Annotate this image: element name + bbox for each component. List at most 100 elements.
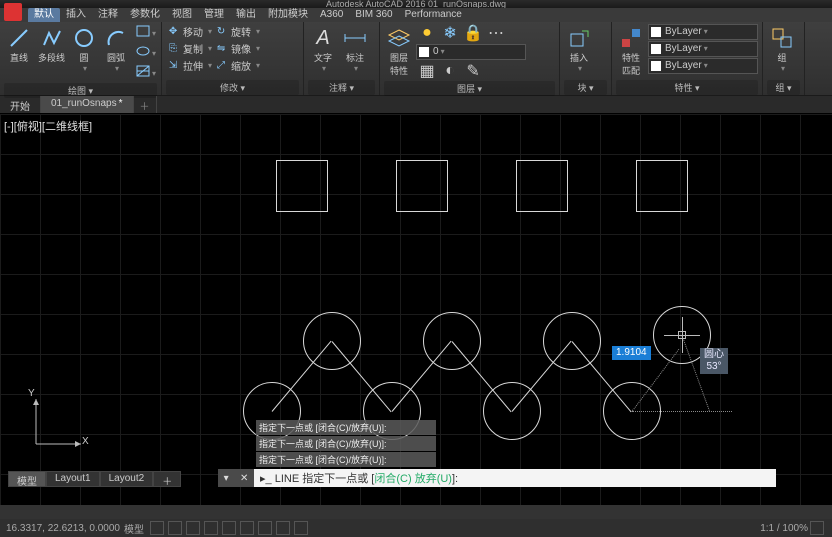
cmd-ellipse[interactable] <box>135 44 157 62</box>
polyline-icon <box>39 25 65 51</box>
status-grid-icon[interactable] <box>150 521 164 535</box>
status-model[interactable]: 模型 <box>124 521 144 536</box>
drawing-canvas[interactable]: [-][俯视][二维线框] 1.9104 圆心 53° X Y 指定下一点或 [… <box>0 114 832 505</box>
cmd-scale[interactable]: ⤢缩放 <box>214 58 260 73</box>
group-icon <box>769 25 795 51</box>
cmd-polyline[interactable]: 多段线 <box>36 24 67 65</box>
cmdline-toggle-icon[interactable]: ▾ <box>224 473 229 484</box>
layer-combo[interactable]: 0 <box>416 44 526 60</box>
viewport-label[interactable]: [-][俯视][二维线框] <box>4 118 92 134</box>
angle-label: 53° <box>704 361 724 373</box>
menu-tab-a360[interactable]: A360 <box>314 8 349 22</box>
copy-icon: ⎘ <box>166 42 180 56</box>
cmd-copy[interactable]: ⎘复制 <box>166 41 212 56</box>
tab-layout1[interactable]: Layout1 <box>46 471 100 487</box>
distance-input[interactable]: 1.9104 <box>612 346 651 360</box>
lineweight-combo[interactable]: ByLayer <box>648 41 758 57</box>
tab-add-layout[interactable]: ＋ <box>153 471 181 487</box>
doc-tab-new[interactable]: ＋ <box>134 96 157 113</box>
linetype-combo[interactable]: ByLayer <box>648 58 758 74</box>
panel-modify-label[interactable]: 修改 ▾ <box>166 80 299 95</box>
cmd-move[interactable]: ✥移动 <box>166 24 212 39</box>
panel-group-label[interactable]: 组 ▾ <box>767 80 800 95</box>
doc-tab-start[interactable]: 开始 <box>0 96 41 113</box>
panel-annotate-label[interactable]: 注释 ▾ <box>308 80 375 95</box>
cmd-option[interactable]: 放弃(U) <box>415 473 452 485</box>
doc-tab-file[interactable]: 01_runOsnaps* <box>41 96 134 113</box>
menu-tab-manage[interactable]: 管理 <box>198 8 230 22</box>
cmd-stretch-label: 拉伸 <box>183 58 203 73</box>
status-gear-icon[interactable] <box>810 521 824 535</box>
menu-tab-parametric[interactable]: 参数化 <box>124 8 166 22</box>
cmd-text-label: 文字 <box>314 51 332 64</box>
axis-y-label: Y <box>28 388 35 399</box>
layer-lock-icon[interactable]: 🔒 <box>462 24 484 42</box>
menu-tab-addins[interactable]: 附加模块 <box>262 8 314 22</box>
cmd-match-props[interactable]: 特性 匹配 <box>616 24 646 78</box>
cmd-line-label: 直线 <box>10 51 28 64</box>
cmd-group[interactable]: 组 <box>767 24 797 74</box>
mirror-icon: ⇋ <box>214 42 228 56</box>
rect-object[interactable] <box>636 160 688 212</box>
cmd-dim[interactable]: 标注 <box>340 24 370 74</box>
command-line[interactable]: ▾✕ ▸_ LINE 指定下一点或 [闭合(C) 放弃(U)]: <box>218 469 776 487</box>
cmd-arc[interactable]: 圆弧 <box>101 24 131 74</box>
menu-tab-performance[interactable]: Performance <box>399 8 468 22</box>
command-text: ▸_ LINE 指定下一点或 [闭合(C) 放弃(U)]: <box>254 470 776 486</box>
layer-match-icon[interactable]: ✎ <box>462 62 484 80</box>
color-combo[interactable]: ByLayer <box>648 24 758 40</box>
cmd-mirror[interactable]: ⇋镜像 <box>214 41 260 56</box>
cmd-option[interactable]: 闭合(C) <box>374 473 411 485</box>
layer-off-icon[interactable]: ◐ <box>439 62 461 80</box>
menu-tab-insert[interactable]: 插入 <box>60 8 92 22</box>
pickbox <box>678 331 686 339</box>
layer-freeze-icon[interactable]: ❄ <box>439 24 461 42</box>
cmd-line[interactable]: 直线 <box>4 24 34 65</box>
cmd-rotate[interactable]: ↻旋转 <box>214 24 260 39</box>
document-tabs: 开始 01_runOsnaps* ＋ <box>0 96 832 114</box>
menu-tab-output[interactable]: 输出 <box>230 8 262 22</box>
rect-object[interactable] <box>396 160 448 212</box>
cmd-circle[interactable]: 圆 <box>69 24 99 74</box>
rect-object[interactable] <box>516 160 568 212</box>
hatch-icon <box>136 64 150 82</box>
cmd-group-label: 组 <box>778 51 787 64</box>
panel-block-label[interactable]: 块 ▾ <box>564 80 607 95</box>
cmd-rectangle[interactable] <box>135 24 157 42</box>
cmdline-controls[interactable]: ▾✕ <box>218 469 254 487</box>
menu-tab-annotate[interactable]: 注释 <box>92 8 124 22</box>
cmd-layer-props[interactable]: 图层 特性 <box>384 24 414 78</box>
panel-layer: 图层 特性 ● ❄ 🔒 ⋯ 0 ▦ ◐ ✎ 图层 ▾ <box>380 22 560 95</box>
tab-model[interactable]: 模型 <box>8 471 46 487</box>
status-ortho-icon[interactable] <box>186 521 200 535</box>
menu-tab-bim360[interactable]: BIM 360 <box>349 8 398 22</box>
panel-properties-label[interactable]: 特性 ▾ <box>616 80 758 95</box>
panel-layer-label[interactable]: 图层 ▾ <box>384 81 555 96</box>
cmd-text[interactable]: A文字 <box>308 24 338 74</box>
rect-object[interactable] <box>276 160 328 212</box>
ucs-icon: X Y <box>26 394 86 459</box>
doc-tab-file-label: 01_runOsnaps <box>51 98 117 109</box>
status-zoom[interactable]: 1:1 / 100% <box>760 523 808 534</box>
status-snap-icon[interactable] <box>168 521 182 535</box>
menu-tab-default[interactable]: 默认 <box>28 8 60 22</box>
status-otrack-icon[interactable] <box>240 521 254 535</box>
tab-layout2[interactable]: Layout2 <box>100 471 154 487</box>
cmdline-close-icon[interactable]: ✕ <box>240 473 248 484</box>
cmd-stretch[interactable]: ⇲拉伸 <box>166 58 212 73</box>
cmd-insert[interactable]: 插入 <box>564 24 594 74</box>
status-transparency-icon[interactable] <box>294 521 308 535</box>
menu-tab-view[interactable]: 视图 <box>166 8 198 22</box>
layer-more-icon[interactable]: ⋯ <box>485 24 507 42</box>
insert-block-icon <box>566 25 592 51</box>
layer-lightbulb-icon[interactable]: ● <box>416 24 438 42</box>
layer-iso-icon[interactable]: ▦ <box>416 62 438 80</box>
status-dyn-icon[interactable] <box>258 521 272 535</box>
axis-x-label: X <box>82 436 89 447</box>
cmd-tail: ]: <box>452 473 458 485</box>
cmd-hatch[interactable] <box>135 64 157 82</box>
status-polar-icon[interactable] <box>204 521 218 535</box>
status-osnap-icon[interactable] <box>222 521 236 535</box>
cmd-dim-label: 标注 <box>346 51 364 64</box>
status-lwt-icon[interactable] <box>276 521 290 535</box>
